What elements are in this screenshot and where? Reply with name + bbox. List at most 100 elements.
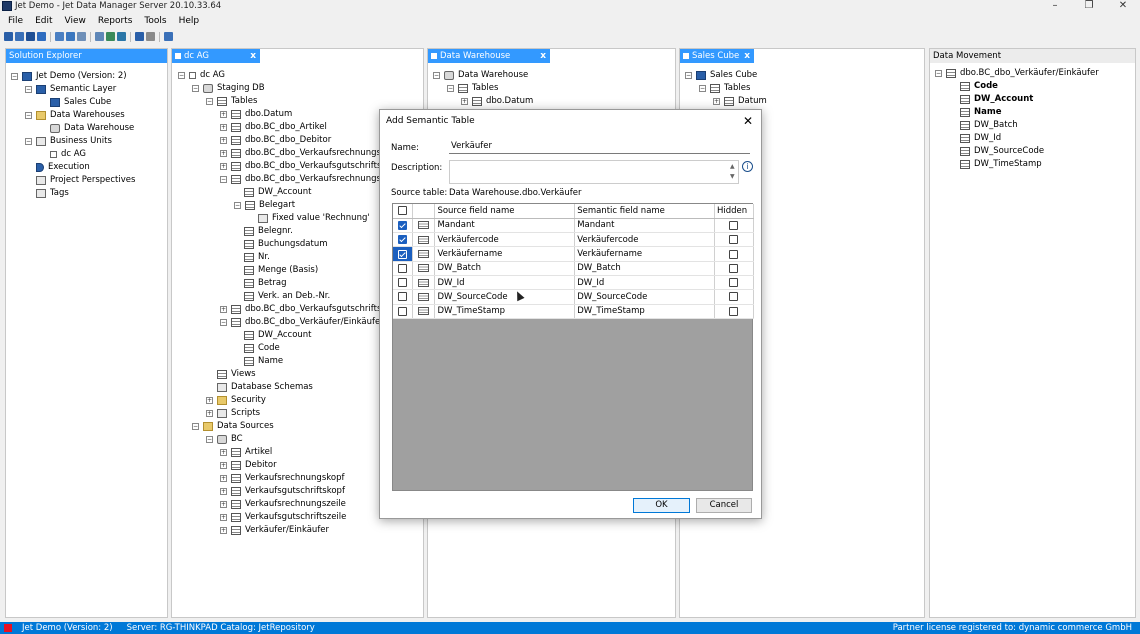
description-input[interactable] bbox=[449, 160, 739, 184]
new-project-icon[interactable] bbox=[4, 32, 13, 41]
tree-item[interactable]: − BC bbox=[206, 433, 243, 446]
collapse-icon[interactable]: − bbox=[220, 319, 227, 326]
expand-icon[interactable]: + bbox=[220, 449, 227, 456]
semantic-field-cell[interactable]: Verkäufercode bbox=[574, 232, 715, 248]
semantic-field-cell[interactable]: DW_SourceCode bbox=[574, 289, 715, 305]
sync-icon[interactable] bbox=[164, 32, 173, 41]
expand-icon[interactable]: + bbox=[220, 514, 227, 521]
tree-item[interactable]: Fixed value 'Rechnung' bbox=[258, 212, 370, 225]
hidden-checkbox[interactable] bbox=[729, 278, 739, 288]
collapse-icon[interactable]: − bbox=[25, 138, 32, 145]
hidden-checkbox[interactable] bbox=[729, 263, 739, 273]
tree-item[interactable]: − dc AG bbox=[178, 69, 225, 82]
diagram-icon[interactable] bbox=[77, 32, 86, 41]
hierarchy-icon[interactable] bbox=[66, 32, 75, 41]
expand-icon[interactable]: + bbox=[220, 462, 227, 469]
ok-button[interactable]: OK bbox=[633, 498, 690, 513]
close-tab-icon[interactable]: x bbox=[744, 49, 750, 63]
select-all-checkbox[interactable] bbox=[398, 206, 408, 216]
tree-item[interactable]: DW_SourceCode bbox=[960, 145, 1044, 158]
tree-item-data-warehouses[interactable]: − Data Warehouses bbox=[25, 109, 125, 122]
data-warehouse-tab[interactable]: Data Warehouse x bbox=[428, 49, 550, 63]
tree-item[interactable]: + dbo.Datum bbox=[220, 108, 292, 121]
collapse-icon[interactable]: − bbox=[699, 85, 706, 92]
semantic-field-cell[interactable]: DW_Id bbox=[574, 275, 715, 291]
tree-item-semantic-layer[interactable]: − Semantic Layer bbox=[25, 83, 116, 96]
expand-icon[interactable]: + bbox=[220, 163, 227, 170]
semantic-field-cell[interactable]: DW_Batch bbox=[574, 261, 715, 276]
collapse-icon[interactable]: − bbox=[25, 86, 32, 93]
save-icon[interactable] bbox=[26, 32, 35, 41]
collapse-icon[interactable]: − bbox=[234, 202, 241, 209]
include-checkbox[interactable] bbox=[398, 278, 408, 288]
include-checkbox[interactable] bbox=[398, 220, 408, 230]
table-row[interactable]: Mandant Mandant bbox=[393, 218, 755, 234]
tree-item-project[interactable]: − Jet Demo (Version: 2) bbox=[11, 70, 127, 83]
expand-icon[interactable]: + bbox=[220, 501, 227, 508]
tree-item-business-units[interactable]: − Business Units bbox=[25, 135, 112, 148]
tree-item[interactable]: Database Schemas bbox=[206, 381, 313, 394]
tree-item[interactable]: + dbo.BC_dbo_Verkaufsrechnungskopf bbox=[220, 147, 399, 160]
open-project-icon[interactable] bbox=[15, 32, 24, 41]
tree-item-project-perspectives[interactable]: Project Perspectives bbox=[36, 174, 135, 187]
tree-item[interactable]: DW_Account bbox=[960, 93, 1033, 106]
info-icon[interactable]: i bbox=[742, 161, 753, 172]
menu-view[interactable]: View bbox=[59, 16, 92, 26]
tree-item[interactable]: Menge (Basis) bbox=[244, 264, 318, 277]
menu-tools[interactable]: Tools bbox=[138, 16, 172, 26]
pin-icon[interactable] bbox=[431, 53, 437, 59]
tree-item[interactable]: + dbo.BC_dbo_Debitor bbox=[220, 134, 331, 147]
expand-icon[interactable]: + bbox=[206, 397, 213, 404]
tree-item[interactable]: + Security bbox=[206, 394, 266, 407]
cancel-button[interactable]: Cancel bbox=[696, 498, 752, 513]
expand-icon[interactable]: + bbox=[220, 137, 227, 144]
table-row[interactable]: Verkäufercode Verkäufercode bbox=[393, 232, 755, 248]
collapse-icon[interactable]: − bbox=[25, 112, 32, 119]
tree-item[interactable]: Belegnr. bbox=[244, 225, 293, 238]
tree-item[interactable]: DW_Batch bbox=[960, 119, 1018, 132]
expand-icon[interactable]: + bbox=[220, 111, 227, 118]
tree-item[interactable]: Nr. bbox=[244, 251, 270, 264]
collapse-icon[interactable]: − bbox=[433, 72, 440, 79]
table-row[interactable]: Verkäufername Verkäufername bbox=[393, 246, 755, 262]
expand-icon[interactable]: + bbox=[220, 306, 227, 313]
tree-item[interactable]: Verk. an Deb.-Nr. bbox=[244, 290, 330, 303]
collapse-icon[interactable]: − bbox=[447, 85, 454, 92]
tree-item[interactable]: + Verkäufer/Einkäufer bbox=[220, 524, 329, 537]
tree-item[interactable]: + dbo.BC_dbo_Verkaufsgutschriftszeile bbox=[220, 303, 401, 316]
tree-item[interactable]: − Staging DB bbox=[192, 82, 265, 95]
menu-help[interactable]: Help bbox=[173, 16, 206, 26]
expand-icon[interactable]: + bbox=[220, 475, 227, 482]
hidden-header[interactable]: Hidden bbox=[714, 204, 755, 219]
tree-item[interactable]: + Verkaufsrechnungszeile bbox=[220, 498, 346, 511]
semantic-field-cell[interactable]: DW_TimeStamp bbox=[574, 304, 715, 319]
tree-item[interactable]: Name bbox=[960, 106, 1001, 119]
collapse-icon[interactable]: − bbox=[206, 98, 213, 105]
tree-item[interactable]: Name bbox=[244, 355, 283, 368]
collapse-icon[interactable]: − bbox=[220, 176, 227, 183]
collapse-icon[interactable]: − bbox=[935, 70, 942, 77]
table-row[interactable]: DW_Id DW_Id bbox=[393, 275, 755, 291]
tree-item[interactable]: + Artikel bbox=[220, 446, 272, 459]
close-tab-icon[interactable]: x bbox=[540, 49, 546, 63]
tree-item[interactable]: + Verkaufsgutschriftskopf bbox=[220, 485, 345, 498]
copy-icon[interactable] bbox=[146, 32, 155, 41]
restore-button[interactable]: ❐ bbox=[1072, 0, 1106, 11]
tree-item[interactable]: Buchungsdatum bbox=[244, 238, 327, 251]
expand-icon[interactable]: + bbox=[220, 488, 227, 495]
tree-item[interactable]: DW_Id bbox=[960, 132, 1001, 145]
hidden-checkbox[interactable] bbox=[729, 249, 739, 259]
source-field-header[interactable]: Source field name bbox=[434, 204, 576, 219]
select-all-cell[interactable] bbox=[393, 204, 414, 219]
tree-item[interactable]: − Tables bbox=[699, 82, 750, 95]
tree-item[interactable]: − dbo.BC_dbo_Verkäufer/Einkäufer bbox=[935, 67, 1099, 80]
tree-item-dc-ag[interactable]: dc AG bbox=[50, 148, 86, 161]
expand-icon[interactable]: + bbox=[220, 124, 227, 131]
sales-cube-tab[interactable]: Sales Cube x bbox=[680, 49, 754, 63]
menu-reports[interactable]: Reports bbox=[92, 16, 139, 26]
include-checkbox[interactable] bbox=[398, 292, 408, 302]
deploy-icon[interactable] bbox=[55, 32, 64, 41]
tree-item[interactable]: − Tables bbox=[447, 82, 498, 95]
tree-item[interactable]: − Data Warehouse bbox=[433, 69, 528, 82]
hidden-checkbox[interactable] bbox=[729, 235, 739, 245]
